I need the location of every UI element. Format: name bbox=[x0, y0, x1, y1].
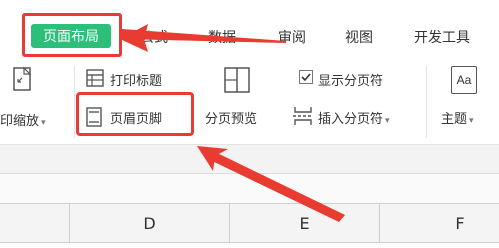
show-page-breaks-label: 显示分页符 bbox=[318, 74, 384, 89]
column-header-d[interactable]: D bbox=[70, 204, 230, 242]
ribbon-toolbar: 印缩放 ▾ 打印标题 页眉页脚 分页预览 显示分页符 插入分页符 ▾ Aa 主题… bbox=[0, 60, 499, 144]
chevron-down-icon: ▾ bbox=[469, 116, 474, 126]
tab-highlight-box bbox=[22, 13, 122, 57]
tab-data[interactable]: 数据 bbox=[208, 27, 236, 47]
column-header-row: D E F bbox=[0, 203, 499, 243]
chevron-down-icon: ▾ bbox=[385, 116, 390, 126]
print-scaling-label: 印缩放 bbox=[0, 114, 40, 129]
header-footer-highlight-box bbox=[76, 92, 194, 136]
divider bbox=[74, 66, 75, 138]
tab-formulas[interactable]: 公式 bbox=[140, 27, 168, 47]
sheet-spacer bbox=[0, 174, 499, 203]
print-scaling-icon bbox=[13, 66, 32, 91]
checkbox-checked-icon bbox=[299, 70, 313, 84]
column-header-partial[interactable] bbox=[0, 204, 70, 242]
tab-review[interactable]: 审阅 bbox=[278, 27, 306, 47]
insert-page-break-label: 插入分页符 bbox=[318, 112, 384, 127]
grid-row bbox=[0, 243, 499, 248]
divider bbox=[426, 66, 427, 138]
page-break-preview-icon bbox=[224, 67, 250, 93]
print-titles-icon bbox=[86, 69, 104, 87]
tab-view[interactable]: 视图 bbox=[345, 27, 373, 47]
tab-developer[interactable]: 开发工具 bbox=[414, 27, 470, 47]
chevron-down-icon: ▾ bbox=[41, 118, 46, 128]
page-break-preview-label: 分页预览 bbox=[205, 112, 258, 127]
column-header-e[interactable]: E bbox=[230, 204, 380, 242]
theme-label: 主题 bbox=[441, 112, 468, 127]
print-titles-label: 打印标题 bbox=[110, 74, 163, 89]
formula-bar-strip bbox=[0, 144, 499, 174]
theme-icon: Aa bbox=[451, 66, 477, 94]
column-header-f[interactable]: F bbox=[380, 204, 499, 242]
insert-page-break-icon bbox=[293, 107, 313, 125]
